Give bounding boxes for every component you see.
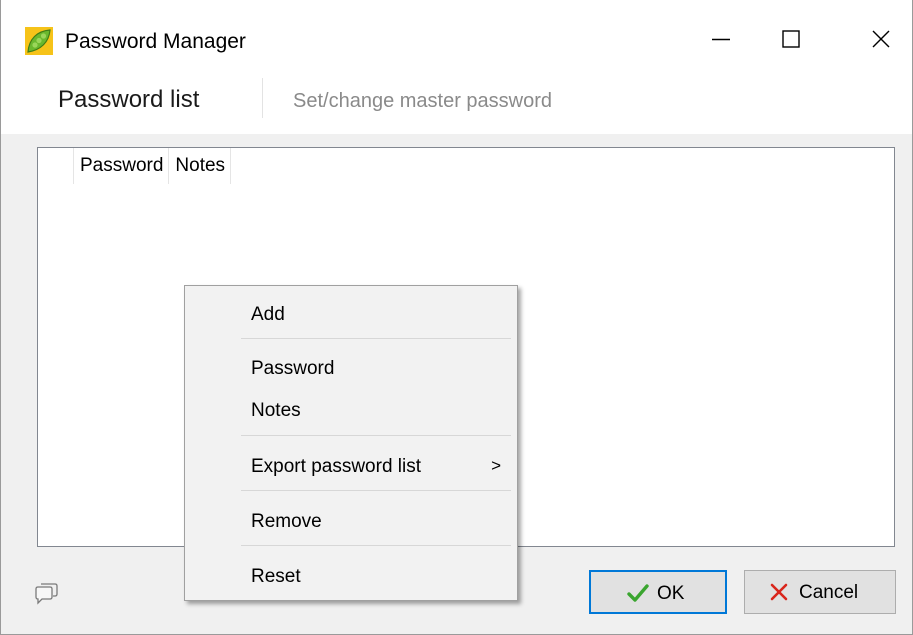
menu-item-label: Notes <box>251 400 301 421</box>
minimize-icon <box>712 38 730 41</box>
list-header: Password Notes <box>38 148 232 184</box>
menu-separator <box>241 435 511 436</box>
menu-item-label: Reset <box>251 566 301 587</box>
maximize-icon <box>782 30 800 48</box>
pea-pod-icon <box>25 27 53 55</box>
menu-item-label: Add <box>251 304 285 325</box>
menu-separator <box>241 490 511 491</box>
title-bar[interactable]: Password Manager <box>1 0 912 64</box>
submenu-arrow-icon: > <box>491 456 501 475</box>
menu-item-notes[interactable]: Notes <box>187 388 515 428</box>
x-icon <box>770 583 788 607</box>
close-button[interactable] <box>851 14 911 64</box>
column-header-stub[interactable] <box>38 148 74 184</box>
menu-item-export-password-list[interactable]: Export password list > <box>187 444 515 484</box>
menu-separator <box>241 545 511 546</box>
column-header-notes[interactable]: Notes <box>169 148 232 184</box>
window-title: Password Manager <box>65 30 246 53</box>
context-menu: Add Password Notes Export password list … <box>184 285 518 601</box>
ok-button[interactable]: OK <box>589 570 727 614</box>
menu-item-remove[interactable]: Remove <box>187 499 515 539</box>
menu-item-label: Remove <box>251 511 322 532</box>
tab-set-master-password[interactable]: Set/change master password <box>293 90 552 113</box>
cancel-button[interactable]: Cancel <box>744 570 896 614</box>
tab-password-list[interactable]: Password list <box>58 86 199 114</box>
menu-item-label: Password <box>251 358 335 379</box>
tab-bar: Password list Set/change master password <box>1 64 912 134</box>
menu-separator <box>241 338 511 339</box>
close-icon <box>872 30 890 48</box>
speech-bubble-icon[interactable] <box>33 580 59 611</box>
menu-item-reset[interactable]: Reset <box>187 554 515 594</box>
minimize-button[interactable] <box>691 14 751 64</box>
tab-divider <box>262 78 263 118</box>
menu-item-add[interactable]: Add <box>187 292 515 332</box>
ok-label: OK <box>657 583 685 604</box>
cancel-label: Cancel <box>799 582 859 603</box>
menu-item-label: Export password list <box>251 456 422 477</box>
checkmark-icon <box>627 584 649 608</box>
password-manager-window: Password Manager Password list Set/chang… <box>0 0 913 635</box>
maximize-button[interactable] <box>761 14 821 64</box>
column-header-password[interactable]: Password <box>74 148 170 184</box>
menu-item-password[interactable]: Password <box>187 346 515 386</box>
